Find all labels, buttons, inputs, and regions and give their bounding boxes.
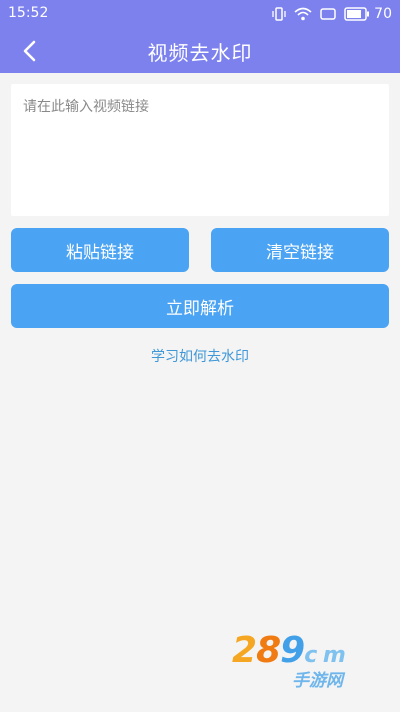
- page-title: 视频去水印: [147, 41, 253, 65]
- paste-link-button[interactable]: 粘贴链接: [11, 228, 189, 272]
- status-time: 15:52: [8, 5, 49, 21]
- watermark-sub-text: 手游网: [292, 671, 343, 691]
- how-to-remove-watermark-link[interactable]: 学习如何去水印: [0, 346, 400, 366]
- video-link-input-box: [11, 84, 389, 216]
- title-bar: 视频去水印: [0, 28, 400, 73]
- watermark-main-text: 289c m: [232, 630, 346, 671]
- battery-level: 70: [374, 6, 392, 22]
- status-bar: 15:52 70: [0, 0, 400, 28]
- battery-icon: [344, 7, 370, 21]
- wifi-icon: [294, 7, 312, 21]
- clear-link-button[interactable]: 清空链接: [211, 228, 389, 272]
- parse-now-button[interactable]: 立即解析: [11, 284, 389, 328]
- app-header: 15:52 70 视频去水印: [0, 0, 400, 73]
- video-link-input[interactable]: [11, 84, 389, 216]
- site-watermark-logo: 289c m 手游网: [232, 630, 382, 694]
- status-icons: 70: [272, 4, 392, 24]
- vibrate-icon: [272, 7, 286, 21]
- screen-rotate-icon: [320, 8, 336, 20]
